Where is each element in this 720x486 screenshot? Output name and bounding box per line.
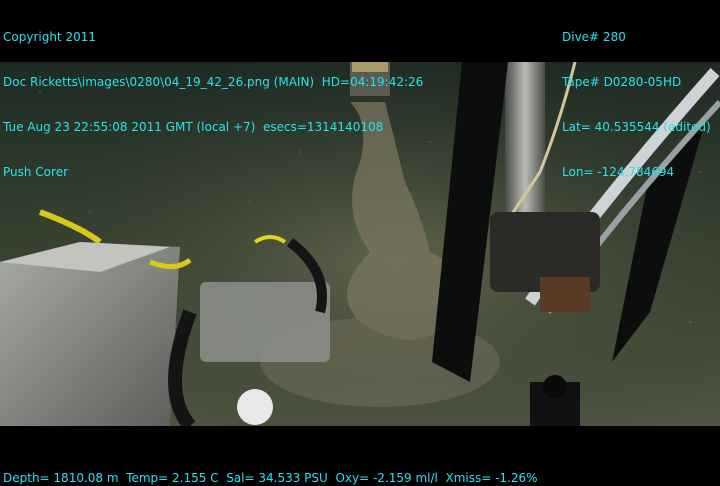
overlay-sensor-readout: Depth= 1810.08 m Temp= 2.155 C Sal= 34.5… xyxy=(3,471,538,485)
tape-number: Tape# D0280-05HD xyxy=(562,75,682,89)
latitude: Lat= 40.535544 (edited) xyxy=(562,120,711,134)
image-path-line: Doc Ricketts\images\0280\04_19_42_26.png… xyxy=(3,75,424,89)
foreground-knob xyxy=(543,375,567,399)
video-frame: Copyright 2011 Doc Ricketts\images\0280\… xyxy=(0,0,720,486)
overlay-top-left: Copyright 2011 Doc Ricketts\images\0280\… xyxy=(3,0,423,210)
activity-line: Push Corer xyxy=(3,165,69,179)
dive-number: Dive# 280 xyxy=(562,30,626,44)
longitude: Lon= -124.784694 xyxy=(562,165,675,179)
timestamp-line: Tue Aug 23 22:55:08 2011 GMT (local +7) … xyxy=(3,120,384,134)
manipulator-frame xyxy=(200,282,330,362)
camera-housing-detail xyxy=(540,277,590,312)
overlay-top-right: Dive# 280 Tape# D0280-05HD Lat= 40.53554… xyxy=(562,0,711,210)
copyright-line: Copyright 2011 xyxy=(3,30,96,44)
white-component xyxy=(237,389,273,425)
